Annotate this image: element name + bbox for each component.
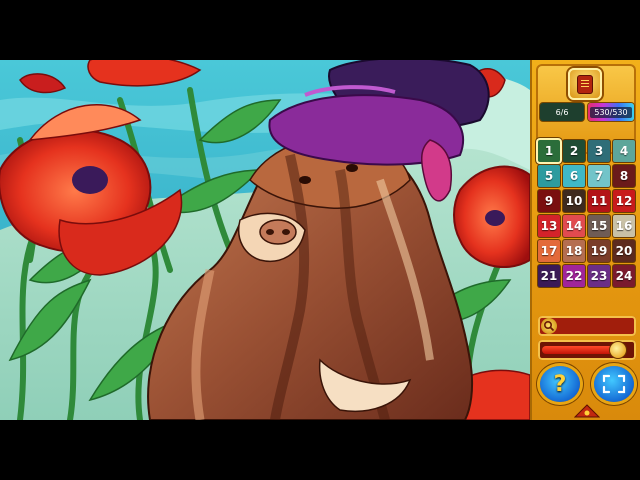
zoom-slider-knob[interactable] [610, 342, 627, 358]
palette-color-11[interactable]: 11 [588, 190, 610, 212]
palette-color-13[interactable]: 13 [538, 215, 560, 237]
book-icon [578, 75, 592, 93]
palette-color-17[interactable]: 17 [538, 240, 560, 262]
palette-color-23[interactable]: 23 [588, 265, 610, 287]
palette-color-7[interactable]: 7 [588, 165, 610, 187]
zoom-slider-fill [542, 346, 619, 354]
palette-color-5[interactable]: 5 [538, 165, 560, 187]
progress-counter: 530/530 [588, 103, 634, 121]
color-palette-grid: 1 2 3 4 5 6 7 8 9 10 11 12 13 14 15 16 17 18 19 20 21 22 23 24 [538, 140, 638, 287]
palette-color-3[interactable]: 3 [588, 140, 610, 162]
palette-color-20[interactable]: 20 [613, 240, 635, 262]
palette-color-16[interactable]: 16 [613, 215, 635, 237]
palette-color-10[interactable]: 10 [563, 190, 585, 212]
palette-color-4[interactable]: 4 [613, 140, 635, 162]
palette-color-18[interactable]: 18 [563, 240, 585, 262]
palette-color-15[interactable]: 15 [588, 215, 610, 237]
fit-screen-button[interactable] [594, 366, 634, 402]
palette-color-19[interactable]: 19 [588, 240, 610, 262]
progress-counter-value: 530/530 [590, 106, 632, 118]
palette-color-9[interactable]: 9 [538, 190, 560, 212]
palette-color-12[interactable]: 12 [613, 190, 635, 212]
palette-color-1[interactable]: 1 [538, 140, 560, 162]
menu-button[interactable] [568, 68, 602, 100]
colored-counter: 6/6 [540, 103, 584, 121]
palette-color-21[interactable]: 21 [538, 265, 560, 287]
palette-color-6[interactable]: 6 [563, 165, 585, 187]
palette-color-14[interactable]: 14 [563, 215, 585, 237]
fit-screen-icon [602, 374, 626, 394]
zoom-search-bar[interactable] [538, 316, 636, 336]
magnifier-icon[interactable] [541, 318, 557, 334]
tool-panel: 6/6 530/530 1 2 3 4 5 6 7 8 9 10 11 12 13 14 15 16 17 18 1… [530, 60, 640, 420]
hint-button[interactable]: ? [540, 366, 580, 402]
palette-swatch-icon[interactable] [574, 404, 600, 418]
question-icon: ? [553, 371, 567, 397]
zoom-slider[interactable] [538, 340, 636, 360]
palette-color-22[interactable]: 22 [563, 265, 585, 287]
palette-color-24[interactable]: 24 [613, 265, 635, 287]
coloring-canvas[interactable] [0, 60, 530, 420]
palette-color-8[interactable]: 8 [613, 165, 635, 187]
colored-counter-value: 6/6 [555, 107, 569, 117]
palette-color-2[interactable]: 2 [563, 140, 585, 162]
